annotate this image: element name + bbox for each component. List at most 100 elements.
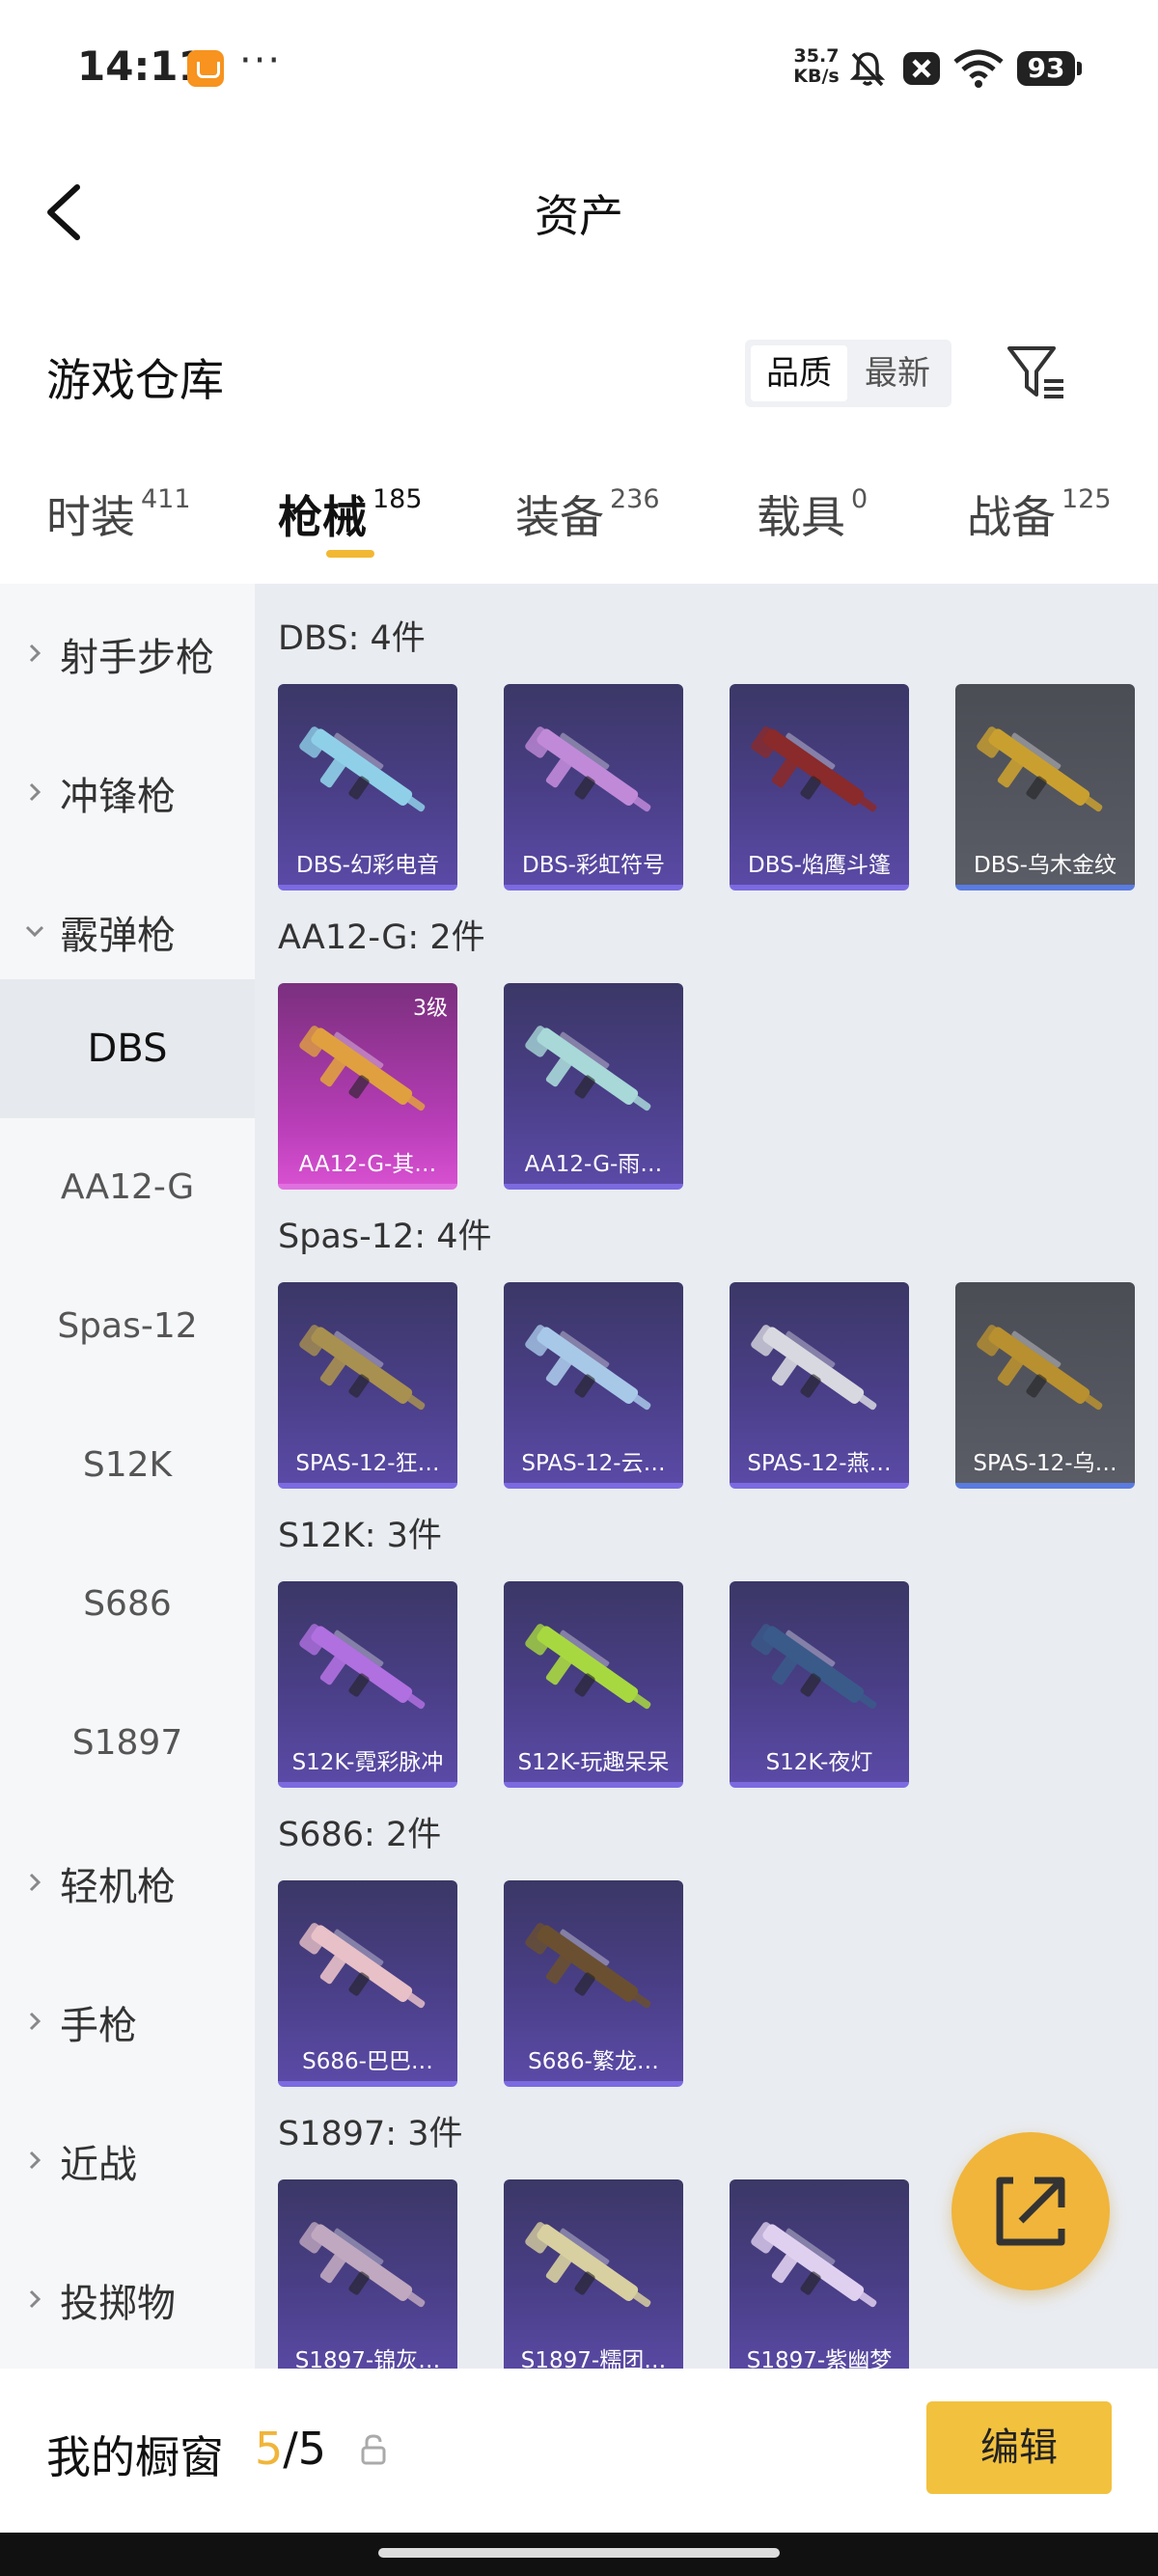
weapon-image <box>525 1026 651 1111</box>
sidebar-item-label: 轻机枪 <box>60 1865 176 1909</box>
skin-name: SPAS-12-狂… <box>295 1451 440 1476</box>
home-gesture-handle[interactable] <box>378 2548 780 2558</box>
weapon-skin-card[interactable]: 3级 AA12-G-其… <box>278 983 457 1190</box>
sidebar-item-melee[interactable]: 近战 <box>0 2091 255 2230</box>
weapon-image <box>299 726 426 812</box>
skin-name: S12K-霓彩脉冲 <box>291 1750 444 1775</box>
network-speed-unit: KB/s <box>793 66 840 87</box>
tab-label: 战备 <box>967 491 1056 543</box>
weapon-image <box>525 1624 651 1710</box>
weapon-skin-card[interactable]: SPAS-12-燕… <box>730 1282 909 1489</box>
weapon-image <box>525 1325 651 1411</box>
sidebar-item-label: 霰弹枪 <box>60 914 176 958</box>
battery-indicator: 93 <box>1017 51 1082 86</box>
edit-button[interactable]: 编辑 <box>926 2401 1112 2494</box>
weapon-image <box>751 2222 877 2308</box>
chevron-right-icon <box>29 2012 41 2031</box>
chevron-down-icon <box>25 925 44 938</box>
sort-toggle: 品质 最新 <box>745 340 951 407</box>
share-button[interactable] <box>951 2132 1110 2290</box>
weapon-skin-card[interactable]: S1897-糯团… <box>504 2179 683 2369</box>
skin-name: DBS-幻彩电音 <box>296 853 439 878</box>
weapon-skin-card[interactable]: S1897-紫幽梦 <box>730 2179 909 2369</box>
category-tabs: 时装 411 枪械 185 装备 236 载具 0 战备 125 <box>0 444 1158 584</box>
weapon-skin-card[interactable]: S686-繁龙… <box>504 1880 683 2087</box>
sidebar-item-marksman-rifle[interactable]: 射手步枪 <box>0 584 255 723</box>
weapon-image <box>299 2222 426 2308</box>
filter-icon[interactable] <box>1004 343 1069 402</box>
weapon-skin-card[interactable]: DBS-彩虹符号 <box>504 684 683 891</box>
sidebar-item-label: 冲锋枪 <box>60 775 176 819</box>
tab-count: 236 <box>610 484 660 514</box>
tab-firearms[interactable]: 枪械 185 <box>278 482 423 550</box>
tab-label: 载具 <box>757 491 845 543</box>
weapon-image <box>977 1325 1103 1411</box>
sidebar-item-label: 投掷物 <box>60 2282 176 2326</box>
system-nav-bar <box>0 2533 1158 2576</box>
sidebar-subitem-s1897[interactable]: S1897 <box>0 1674 255 1813</box>
skin-name: SPAS-12-云… <box>521 1451 666 1476</box>
weapon-skin-card[interactable]: SPAS-12-乌… <box>955 1282 1135 1489</box>
skin-name: S1897-锦灰… <box>294 2348 441 2369</box>
skin-name: S12K-夜灯 <box>765 1750 873 1775</box>
sidebar-subitem-aa12g[interactable]: AA12-G <box>0 1118 255 1257</box>
skin-name: AA12-G-其… <box>298 1152 437 1177</box>
weapon-skin-card[interactable]: S686-巴巴… <box>278 1880 457 2087</box>
weapon-skin-card[interactable]: S12K-玩趣呆呆 <box>504 1581 683 1788</box>
sort-option-newest[interactable]: 最新 <box>849 345 946 401</box>
weapon-skin-card[interactable]: DBS-幻彩电音 <box>278 684 457 891</box>
showcase-count: 5/5 <box>255 2423 326 2475</box>
skin-name: DBS-彩虹符号 <box>522 853 665 878</box>
tab-count: 185 <box>372 484 423 514</box>
weapon-image <box>299 1325 426 1411</box>
showcase-count-separator: / <box>283 2423 298 2475</box>
chevron-right-icon <box>29 1873 41 1892</box>
weapon-skin-card[interactable]: AA12-G-雨… <box>504 983 683 1190</box>
sidebar-subitem-dbs[interactable]: DBS <box>0 979 255 1118</box>
skin-name: SPAS-12-燕… <box>747 1451 892 1476</box>
skin-name: DBS-焰鹰斗篷 <box>748 853 891 878</box>
sidebar-item-lmg[interactable]: 轻机枪 <box>0 1813 255 1952</box>
sidebar-item-smg[interactable]: 冲锋枪 <box>0 723 255 862</box>
group-title: S12K: 3件 <box>278 1517 442 1555</box>
sidebar-item-throwable[interactable]: 投掷物 <box>0 2230 255 2369</box>
weapon-skin-card[interactable]: SPAS-12-狂… <box>278 1282 457 1489</box>
group-title: DBS: 4件 <box>278 619 426 658</box>
sort-option-quality[interactable]: 品质 <box>751 345 847 401</box>
sidebar-subitem-s12k[interactable]: S12K <box>0 1396 255 1535</box>
showcase-label: 我的橱窗 <box>46 2431 224 2483</box>
sidebar-subitem-spas12[interactable]: Spas-12 <box>0 1257 255 1396</box>
sidebar-item-pistol[interactable]: 手枪 <box>0 1952 255 2091</box>
weapon-image <box>751 1624 877 1710</box>
sidebar-subitem-s686[interactable]: S686 <box>0 1535 255 1674</box>
group-title: S1897: 3件 <box>278 2115 463 2153</box>
network-speed: 35.7 KB/s <box>789 46 843 87</box>
weapon-skin-card[interactable]: DBS-乌木金纹 <box>955 684 1135 891</box>
weapon-image <box>299 1026 426 1111</box>
weapon-skin-card[interactable]: DBS-焰鹰斗篷 <box>730 684 909 891</box>
weapon-skin-card[interactable]: S12K-霓彩脉冲 <box>278 1581 457 1788</box>
showcase-bar: 我的橱窗 5/5 编辑 <box>0 2369 1158 2533</box>
weapon-category-sidebar: 射手步枪 冲锋枪 霰弹枪 DBS AA12-G Spas-12 S12K S68… <box>0 584 255 2369</box>
chevron-right-icon <box>29 2289 41 2309</box>
skin-name: S686-巴巴… <box>302 2049 433 2074</box>
tab-vehicles[interactable]: 载具 0 <box>757 482 868 550</box>
weapon-skin-card[interactable]: SPAS-12-云… <box>504 1282 683 1489</box>
tab-count: 125 <box>1062 484 1112 514</box>
tab-outfit[interactable]: 时装 411 <box>46 482 191 550</box>
tab-equipment[interactable]: 装备 236 <box>515 482 660 550</box>
weapon-skin-card[interactable]: S12K-夜灯 <box>730 1581 909 1788</box>
chevron-right-icon <box>29 644 41 663</box>
share-icon <box>996 2177 1065 2246</box>
skin-name: DBS-乌木金纹 <box>974 853 1117 878</box>
active-tab-indicator <box>326 550 374 558</box>
tab-combat-gear[interactable]: 战备 125 <box>967 482 1112 550</box>
weapon-image <box>525 2222 651 2308</box>
weapon-skin-card[interactable]: S1897-锦灰… <box>278 2179 457 2369</box>
weapon-grid: DBS: 4件 DBS-幻彩电音 DBS-彩虹符号 DBS-焰鹰斗篷 DBS-乌木金纹 A… <box>255 584 1158 2369</box>
weapon-image <box>977 726 1103 812</box>
chevron-right-icon <box>29 782 41 802</box>
skin-name: SPAS-12-乌… <box>973 1451 1117 1476</box>
tab-label: 枪械 <box>278 491 367 543</box>
skin-name: S12K-玩趣呆呆 <box>517 1750 670 1775</box>
